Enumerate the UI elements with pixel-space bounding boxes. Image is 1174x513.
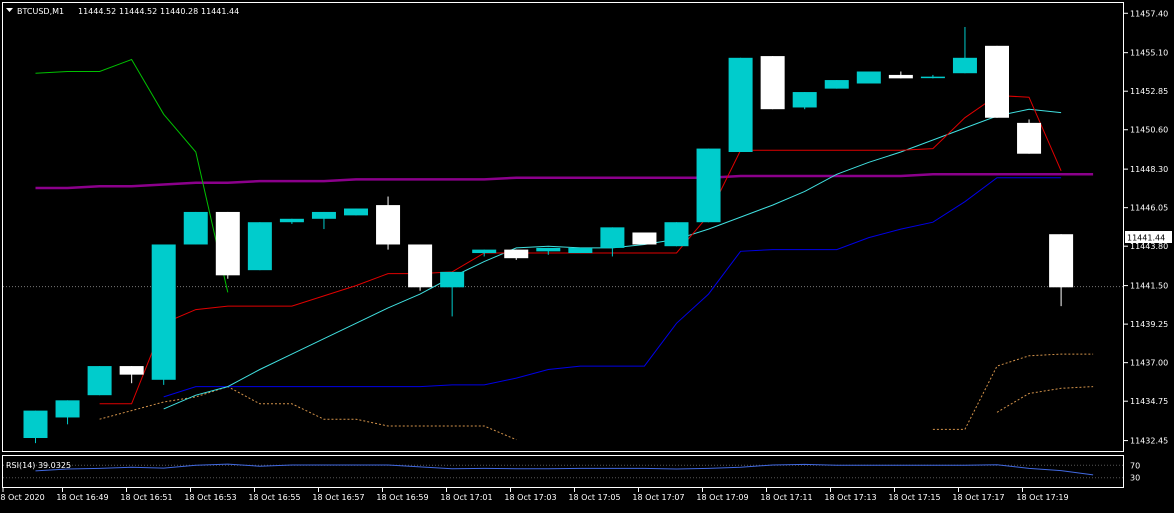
time-tick-label: 18 Oct 17:11 [760, 493, 812, 502]
chart-canvas: 11457.40 11455.10 11452.85 11450.60 11448.30… [0, 0, 1174, 509]
bull-candle-body [792, 92, 817, 108]
bull-candle-body [920, 76, 945, 79]
price-tick-label: 11455.10 [1130, 49, 1168, 58]
price-tick-label: 11450.60 [1130, 126, 1168, 135]
time-tick-label: 18 Oct 17:17 [952, 493, 1004, 502]
bull-candle-body [23, 410, 48, 439]
bear-candle-body [119, 366, 144, 375]
open-value: 11444.52 [78, 7, 116, 16]
chart-window: 11457.40 11455.10 11452.85 11450.60 11448.30… [0, 0, 1174, 509]
high-value: 11444.52 [119, 7, 157, 16]
bear-candle-body [632, 232, 657, 245]
bear-candle-body [376, 205, 401, 245]
time-tick-label: 18 Oct 16:51 [120, 493, 172, 502]
price-tick-label: 11434.75 [1130, 397, 1168, 406]
time-tick-label: 18 Oct 17:15 [888, 493, 940, 502]
low-value: 11440.28 [160, 7, 198, 16]
price-tick-label: 11452.85 [1130, 87, 1168, 96]
bull-candle-body [440, 271, 465, 288]
time-tick-label: 18 Oct 17:01 [440, 493, 492, 502]
bear-candle-body [888, 74, 913, 79]
time-tick-label: 18 Oct 16:55 [248, 493, 300, 502]
bear-candle-body [760, 56, 785, 110]
bull-candle-body [151, 244, 176, 380]
time-tick-label: 18 Oct 16:57 [312, 493, 364, 502]
bear-candle-body [504, 249, 529, 259]
current-price-label: 11441.44 [1127, 234, 1165, 243]
bear-candle-body [408, 244, 433, 288]
price-tick-label: 11432.45 [1130, 437, 1168, 446]
current-price-tag: 11441.44 [1125, 231, 1172, 243]
time-tick-label: 18 Oct 17:09 [696, 493, 748, 502]
bull-candle-body [472, 249, 497, 254]
bull-candle-body [824, 80, 849, 89]
time-tick-label: 18 Oct 17:19 [1016, 493, 1068, 502]
price-tick-label: 11448.30 [1130, 165, 1168, 174]
close-value: 11441.44 [201, 7, 239, 16]
rsi-tick-label: 30 [1130, 474, 1140, 483]
time-tick-label: 18 Oct 17:05 [568, 493, 620, 502]
bear-candle-body [985, 45, 1009, 118]
time-tick-label: 18 Oct 17:03 [504, 493, 556, 502]
bull-candle-body [696, 148, 721, 223]
time-tick-label: 18 Oct 17:13 [824, 493, 876, 502]
rsi-label: RSI(14) 39.0325 [6, 461, 71, 470]
bull-candle-body [183, 211, 208, 245]
time-tick-label: 18 Oct 16:53 [184, 493, 236, 502]
symbol-info: BTCUSD,M1 11444.52 11444.52 11440.28 114… [6, 7, 239, 16]
price-tick-label: 11443.80 [1130, 242, 1168, 251]
time-tick-label: 18 Oct 16:49 [56, 493, 108, 502]
bear-candle-body [1049, 234, 1074, 288]
price-tick-label: 11441.50 [1130, 282, 1168, 291]
price-tick-label: 11446.05 [1130, 204, 1168, 213]
symbol-label: BTCUSD,M1 [17, 7, 64, 16]
bull-candle-body [344, 208, 368, 216]
bull-candle-body [664, 222, 689, 247]
bull-candle-body [87, 366, 112, 396]
bull-candle-body [55, 400, 80, 418]
time-tick-label: 18 Oct 2020 [0, 493, 45, 502]
bull-candle-body [279, 218, 304, 223]
price-tick-label: 11457.40 [1130, 9, 1168, 18]
bull-candle-body [311, 211, 336, 219]
time-tick-label: 18 Oct 16:59 [376, 493, 428, 502]
bull-candle-body [536, 247, 561, 252]
bull-candle-body [247, 222, 272, 271]
bear-candle-body [215, 211, 240, 276]
time-tick-label: 18 Oct 17:07 [632, 493, 684, 502]
bull-candle-body [728, 57, 753, 152]
bull-candle-body [856, 71, 881, 84]
price-tick-label: 11437.00 [1130, 359, 1168, 368]
price-tick-label: 11439.25 [1130, 320, 1168, 329]
bull-candle-body [568, 247, 593, 254]
rsi-tick-label: 70 [1130, 461, 1140, 470]
bull-candle-body [952, 57, 977, 74]
bear-candle-body [1017, 122, 1042, 154]
bull-candle-body [600, 227, 625, 248]
